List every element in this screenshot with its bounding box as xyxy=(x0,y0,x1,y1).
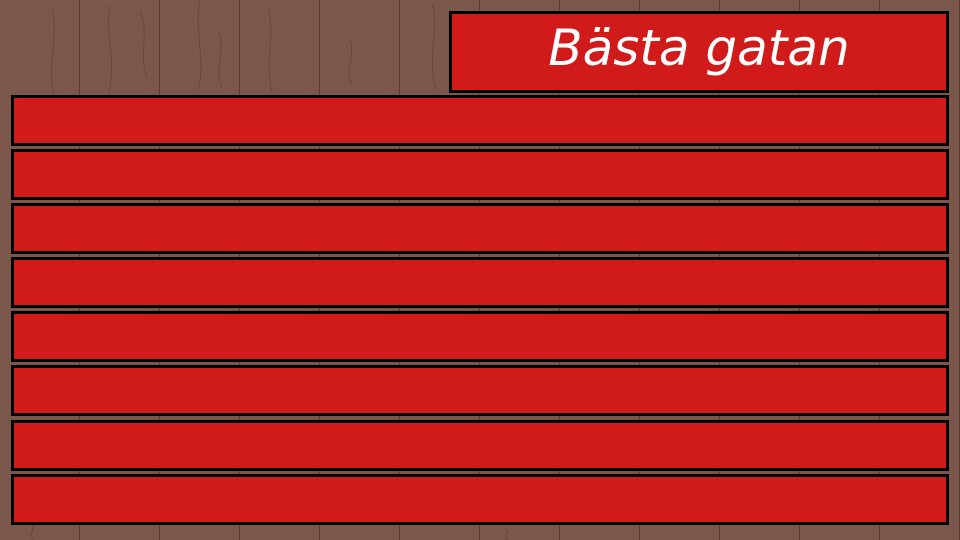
answer-slot-7[interactable] xyxy=(11,420,949,471)
board-title: Bästa gatan xyxy=(548,19,850,77)
answer-slot-2[interactable] xyxy=(11,149,949,200)
answer-slot-4[interactable] xyxy=(11,257,949,308)
title-panel: Bästa gatan xyxy=(449,11,949,93)
answer-slot-6[interactable] xyxy=(11,365,949,416)
answer-slot-3[interactable] xyxy=(11,203,949,254)
answer-slot-1[interactable] xyxy=(11,95,949,146)
answer-slot-5[interactable] xyxy=(11,311,949,362)
answer-slot-8[interactable] xyxy=(11,474,949,525)
game-board: Bästa gatan xyxy=(0,0,960,540)
